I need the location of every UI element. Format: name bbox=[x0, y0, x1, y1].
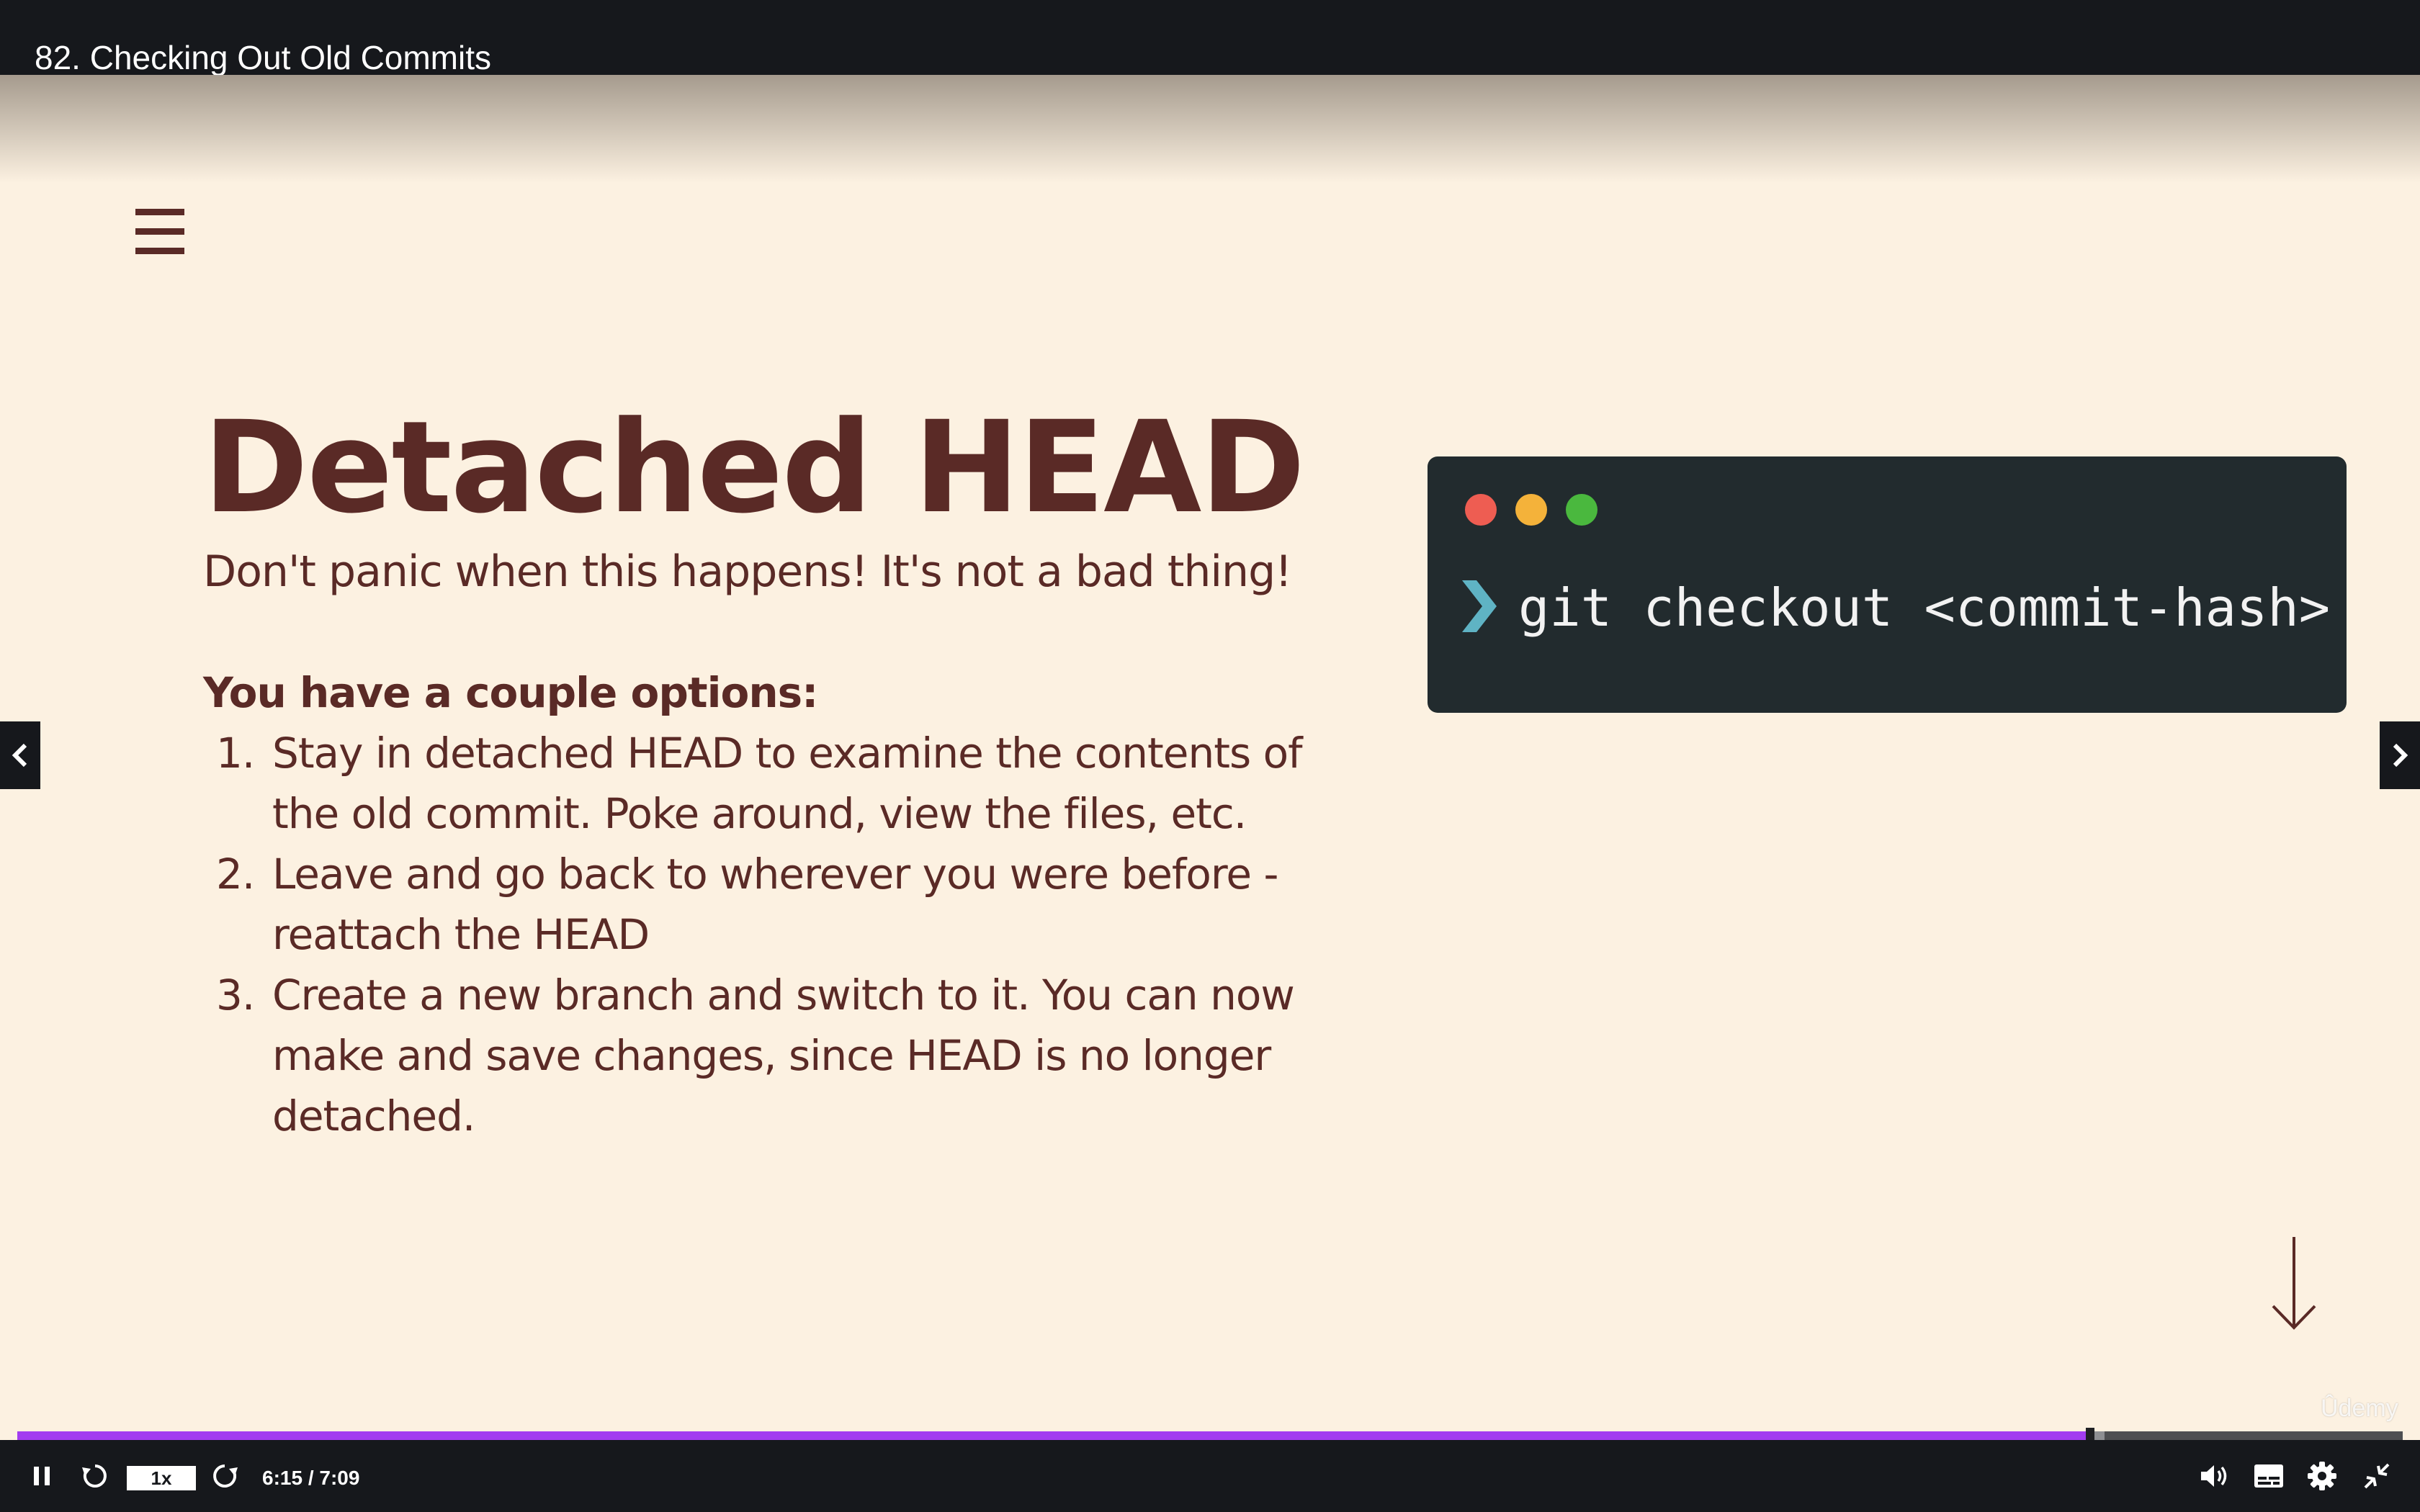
previous-slide-button[interactable] bbox=[0, 721, 40, 789]
title-bar: 82. Checking Out Old Commits bbox=[0, 0, 2420, 76]
settings-button[interactable] bbox=[2305, 1459, 2339, 1493]
options-list: 1. Stay in detached HEAD to examine the … bbox=[216, 723, 1340, 1146]
list-text: Leave and go back to wherever you were b… bbox=[272, 850, 1278, 959]
hamburger-menu-icon[interactable] bbox=[135, 209, 186, 259]
close-dot-icon bbox=[1465, 494, 1497, 526]
pause-button[interactable] bbox=[26, 1459, 58, 1493]
chevron-left-icon bbox=[12, 743, 27, 768]
volume-button[interactable] bbox=[2197, 1459, 2231, 1493]
list-text: Create a new branch and switch to it. Yo… bbox=[272, 971, 1295, 1140]
title-shadow bbox=[0, 75, 2420, 183]
minimize-dot-icon bbox=[1515, 494, 1547, 526]
progress-fill bbox=[17, 1431, 2091, 1440]
forward-button[interactable] bbox=[207, 1459, 242, 1493]
terminal-window: git checkout <commit-hash> bbox=[1428, 456, 2347, 713]
chevron-right-icon bbox=[1462, 580, 1497, 632]
maximize-dot-icon bbox=[1566, 494, 1597, 526]
exit-fullscreen-button[interactable] bbox=[2360, 1459, 2394, 1493]
list-number: 3. bbox=[216, 971, 255, 1020]
slide-heading: Detached HEAD bbox=[203, 394, 1305, 541]
list-number: 1. bbox=[216, 729, 255, 778]
gear-icon bbox=[2308, 1462, 2336, 1490]
time-display: 6:15 / 7:09 bbox=[262, 1467, 360, 1489]
list-item: 2. Leave and go back to wherever you wer… bbox=[216, 844, 1340, 965]
next-slide-button[interactable] bbox=[2380, 721, 2420, 789]
list-item: 1. Stay in detached HEAD to examine the … bbox=[216, 723, 1340, 844]
volume-icon bbox=[2201, 1465, 2227, 1487]
rewind-icon bbox=[82, 1464, 107, 1488]
forward-icon bbox=[213, 1464, 238, 1488]
list-item: 3. Create a new branch and switch to it.… bbox=[216, 965, 1340, 1146]
captions-button[interactable] bbox=[2251, 1459, 2286, 1493]
options-heading: You have a couple options: bbox=[203, 668, 818, 717]
playback-speed-button[interactable]: 1x bbox=[127, 1466, 196, 1490]
terminal-command: git checkout <commit-hash> bbox=[1518, 577, 2331, 638]
list-number: 2. bbox=[216, 850, 255, 899]
pause-icon bbox=[34, 1467, 50, 1485]
exit-fullscreen-icon bbox=[2364, 1463, 2390, 1489]
captions-icon bbox=[2254, 1464, 2283, 1488]
progress-bar[interactable] bbox=[17, 1428, 2403, 1444]
udemy-watermark: Ûdemy bbox=[2321, 1395, 2398, 1422]
player-controls: 1x 6:15 / 7:09 bbox=[0, 1440, 2420, 1512]
list-text: Stay in detached HEAD to examine the con… bbox=[272, 729, 1302, 838]
arrow-down-icon[interactable] bbox=[2269, 1236, 2319, 1332]
rewind-button[interactable] bbox=[78, 1459, 112, 1493]
chevron-right-icon bbox=[2393, 743, 2408, 768]
slide-subtitle: Don't panic when this happens! It's not … bbox=[203, 546, 1292, 597]
